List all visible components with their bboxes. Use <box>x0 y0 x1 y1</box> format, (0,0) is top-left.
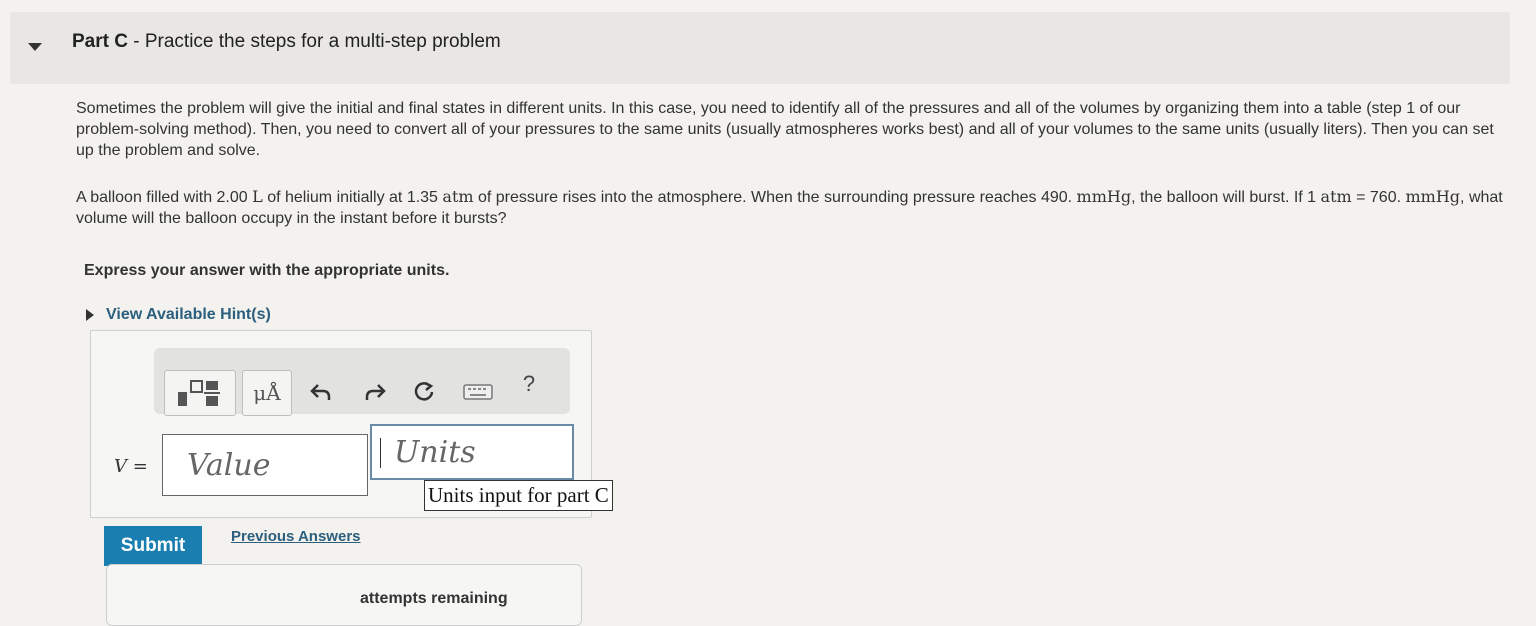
collapse-caret-icon[interactable] <box>28 43 42 51</box>
question-text: of helium initially at 1.35 <box>262 189 443 206</box>
intro-paragraph: Sometimes the problem will give the init… <box>76 100 1494 159</box>
units-input[interactable]: Units <box>370 424 574 480</box>
view-hints-label: View Available Hint(s) <box>106 306 271 323</box>
previous-answers-link[interactable]: Previous Answers <box>231 528 361 545</box>
part-title: Part C - Practice the steps for a multi-… <box>72 31 501 53</box>
redo-button[interactable] <box>358 370 392 414</box>
part-label: Part C <box>72 31 128 52</box>
question-text: of pressure rises into the atmosphere. W… <box>473 189 1077 206</box>
unit-mmhg: mmHg <box>1405 187 1461 206</box>
keyboard-button[interactable] <box>458 370 498 414</box>
attempts-remaining-text: attempts remaining <box>360 590 508 607</box>
unit-liters: L <box>252 187 263 206</box>
units-tooltip: Units input for part C <box>424 480 613 511</box>
help-symbol: ? <box>522 371 536 396</box>
question-text: , the balloon will burst. If 1 <box>1131 189 1321 206</box>
equals-sign: = <box>127 456 148 477</box>
math-toolbar: μÅ ? <box>154 348 570 416</box>
units-button[interactable]: μÅ <box>242 370 292 416</box>
text-cursor <box>380 438 381 468</box>
templates-icon <box>178 380 220 406</box>
unit-mmhg: mmHg <box>1076 187 1132 206</box>
unit-atm: atm <box>1320 187 1352 206</box>
feedback-panel <box>106 564 582 626</box>
reset-icon <box>414 381 434 401</box>
variable-label: V = <box>114 456 148 477</box>
value-input[interactable]: Value <box>162 434 368 496</box>
answer-instruction: Express your answer with the appropriate… <box>84 262 450 279</box>
question-paragraph: A balloon filled with 2.00 L of helium i… <box>76 186 1506 229</box>
part-subtitle: - Practice the steps for a multi-step pr… <box>133 31 501 52</box>
unit-atm: atm <box>442 187 474 206</box>
question-text: = 760. <box>1351 189 1406 206</box>
units-symbol: μÅ <box>253 381 281 405</box>
caret-right-icon <box>86 309 94 321</box>
reset-button[interactable] <box>406 370 442 414</box>
undo-button[interactable] <box>304 370 338 414</box>
variable-symbol: V <box>114 456 127 477</box>
submit-button[interactable]: Submit <box>104 526 202 566</box>
help-button[interactable]: ? <box>514 362 544 406</box>
undo-icon <box>310 384 331 400</box>
view-hints-toggle[interactable]: View Available Hint(s) <box>86 306 271 324</box>
templates-button[interactable] <box>164 370 236 416</box>
units-placeholder: Units <box>394 434 476 470</box>
value-placeholder: Value <box>187 447 271 483</box>
redo-icon <box>365 384 386 400</box>
keyboard-icon <box>463 384 493 400</box>
question-text: A balloon filled with 2.00 <box>76 189 253 206</box>
